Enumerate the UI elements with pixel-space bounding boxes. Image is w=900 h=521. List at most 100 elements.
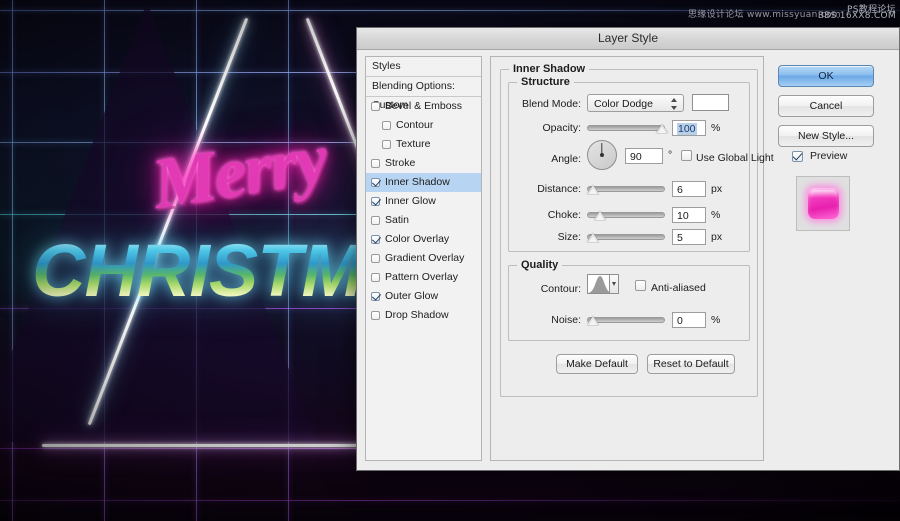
- opacity-slider[interactable]: [587, 124, 668, 133]
- noise-input[interactable]: 0: [672, 312, 706, 328]
- preview-swatch: [807, 188, 839, 219]
- styles-list: Bevel & Emboss Contour Texture Stroke Inner …: [366, 97, 481, 325]
- noise-value: 0: [677, 315, 683, 327]
- style-row-color-overlay[interactable]: Color Overlay: [366, 230, 481, 249]
- noise-slider[interactable]: [587, 316, 665, 325]
- style-row-label: Inner Shadow: [385, 176, 450, 188]
- layer-style-dialog: Layer Style Styles Blending Options: Cus…: [356, 27, 900, 471]
- styles-panel: Styles Blending Options: Custom Bevel & …: [365, 56, 482, 461]
- dialog-title: Layer Style: [597, 31, 659, 45]
- structure-group: Structure Blend Mode: Color Dodge Opacit…: [508, 76, 774, 252]
- style-checkbox[interactable]: [382, 121, 391, 130]
- style-row-satin[interactable]: Satin: [366, 211, 481, 230]
- style-row-label: Gradient Overlay: [385, 252, 465, 264]
- style-row-inner-shadow[interactable]: Inner Shadow: [366, 173, 481, 192]
- contour-curve-preview: [588, 275, 609, 293]
- opacity-label: Opacity:: [542, 122, 581, 134]
- make-default-button[interactable]: Make Default: [556, 354, 638, 374]
- chevron-updown-icon: [671, 98, 678, 110]
- opacity-value: 100: [677, 123, 697, 135]
- style-row-texture[interactable]: Texture: [366, 135, 481, 154]
- distance-input[interactable]: 6: [672, 181, 706, 197]
- anti-aliased-checkbox[interactable]: [635, 280, 646, 291]
- distance-value: 6: [677, 184, 683, 196]
- dialog-action-panel: OK Cancel New Style... Preview: [772, 56, 892, 461]
- style-checkbox[interactable]: [371, 159, 380, 168]
- style-row-label: Satin: [385, 214, 409, 226]
- opacity-slider-thumb[interactable]: [656, 124, 668, 133]
- choke-slider[interactable]: [587, 211, 665, 220]
- noise-slider-thumb[interactable]: [587, 316, 599, 325]
- opacity-input[interactable]: 100: [672, 120, 706, 136]
- new-style-button[interactable]: New Style...: [778, 125, 874, 147]
- style-preview-thumbnail: [796, 176, 850, 231]
- style-checkbox[interactable]: [371, 292, 380, 301]
- style-row-contour[interactable]: Contour: [366, 116, 481, 135]
- use-global-light-label: Use Global Light: [696, 152, 774, 164]
- choke-slider-thumb[interactable]: [594, 211, 606, 220]
- style-checkbox[interactable]: [371, 102, 380, 111]
- style-row-label: Drop Shadow: [385, 309, 449, 321]
- contour-dropdown-arrow-icon[interactable]: [609, 275, 618, 293]
- angle-input[interactable]: 90: [625, 148, 663, 164]
- style-checkbox[interactable]: [371, 235, 380, 244]
- blend-color-swatch[interactable]: [692, 94, 729, 111]
- distance-unit: px: [711, 183, 723, 195]
- styles-header[interactable]: Styles: [366, 57, 481, 77]
- distance-slider-thumb[interactable]: [587, 185, 599, 194]
- angle-label: Angle:: [551, 153, 581, 165]
- preview-toggle-row[interactable]: Preview: [792, 150, 892, 167]
- style-checkbox[interactable]: [371, 197, 380, 206]
- opacity-unit: %: [711, 122, 721, 134]
- quality-group-title: Quality: [517, 259, 563, 271]
- style-row-label: Color Overlay: [385, 233, 450, 245]
- angle-value: 90: [630, 151, 642, 163]
- effect-settings-panel: Inner Shadow Structure Blend Mode: Color…: [490, 56, 774, 461]
- contour-label: Contour:: [540, 283, 581, 295]
- noise-label: Noise:: [551, 314, 581, 326]
- choke-unit: %: [711, 209, 721, 221]
- preview-checkbox[interactable]: [792, 151, 803, 162]
- blend-mode-value: Color Dodge: [594, 98, 653, 110]
- blend-mode-select[interactable]: Color Dodge: [587, 94, 684, 112]
- choke-input[interactable]: 10: [672, 207, 706, 223]
- inner-shadow-group: Inner Shadow Structure Blend Mode: Color…: [500, 63, 774, 397]
- size-slider-thumb[interactable]: [587, 233, 599, 242]
- use-global-light-checkbox[interactable]: [681, 150, 692, 161]
- anti-aliased-label: Anti-aliased: [651, 282, 706, 294]
- style-row-drop-shadow[interactable]: Drop Shadow: [366, 306, 481, 325]
- style-row-label: Outer Glow: [385, 290, 439, 302]
- style-row-label: Contour: [396, 119, 434, 131]
- size-unit: px: [711, 231, 723, 243]
- style-row-pattern-overlay[interactable]: Pattern Overlay: [366, 268, 481, 287]
- style-checkbox[interactable]: [371, 273, 380, 282]
- cancel-button[interactable]: Cancel: [778, 95, 874, 117]
- distance-slider[interactable]: [587, 185, 665, 194]
- style-row-stroke[interactable]: Stroke: [366, 154, 481, 173]
- size-slider[interactable]: [587, 233, 665, 242]
- noise-unit: %: [711, 314, 721, 326]
- inner-shadow-group-title: Inner Shadow: [509, 63, 590, 75]
- reset-to-default-button[interactable]: Reset to Default: [647, 354, 735, 374]
- style-row-gradient-overlay[interactable]: Gradient Overlay: [366, 249, 481, 268]
- style-row-label: Inner Glow: [385, 195, 436, 207]
- style-checkbox[interactable]: [371, 216, 380, 225]
- dialog-body: Styles Blending Options: Custom Bevel & …: [357, 50, 899, 472]
- style-row-inner-glow[interactable]: Inner Glow: [366, 192, 481, 211]
- preview-label: Preview: [810, 150, 848, 162]
- blending-options-row[interactable]: Blending Options: Custom: [366, 77, 481, 111]
- ok-button[interactable]: OK: [778, 65, 874, 87]
- style-checkbox[interactable]: [382, 140, 391, 149]
- contour-preset-picker[interactable]: [587, 274, 619, 294]
- size-input[interactable]: 5: [672, 229, 706, 245]
- dialog-titlebar[interactable]: Layer Style: [357, 28, 899, 50]
- style-checkbox[interactable]: [371, 254, 380, 263]
- angle-dial[interactable]: [587, 140, 617, 170]
- blend-mode-label: Blend Mode:: [522, 98, 581, 110]
- choke-value: 10: [677, 210, 689, 222]
- size-value: 5: [677, 232, 683, 244]
- structure-group-title: Structure: [517, 76, 574, 88]
- style-row-outer-glow[interactable]: Outer Glow: [366, 287, 481, 306]
- style-checkbox[interactable]: [371, 178, 380, 187]
- style-checkbox[interactable]: [371, 311, 380, 320]
